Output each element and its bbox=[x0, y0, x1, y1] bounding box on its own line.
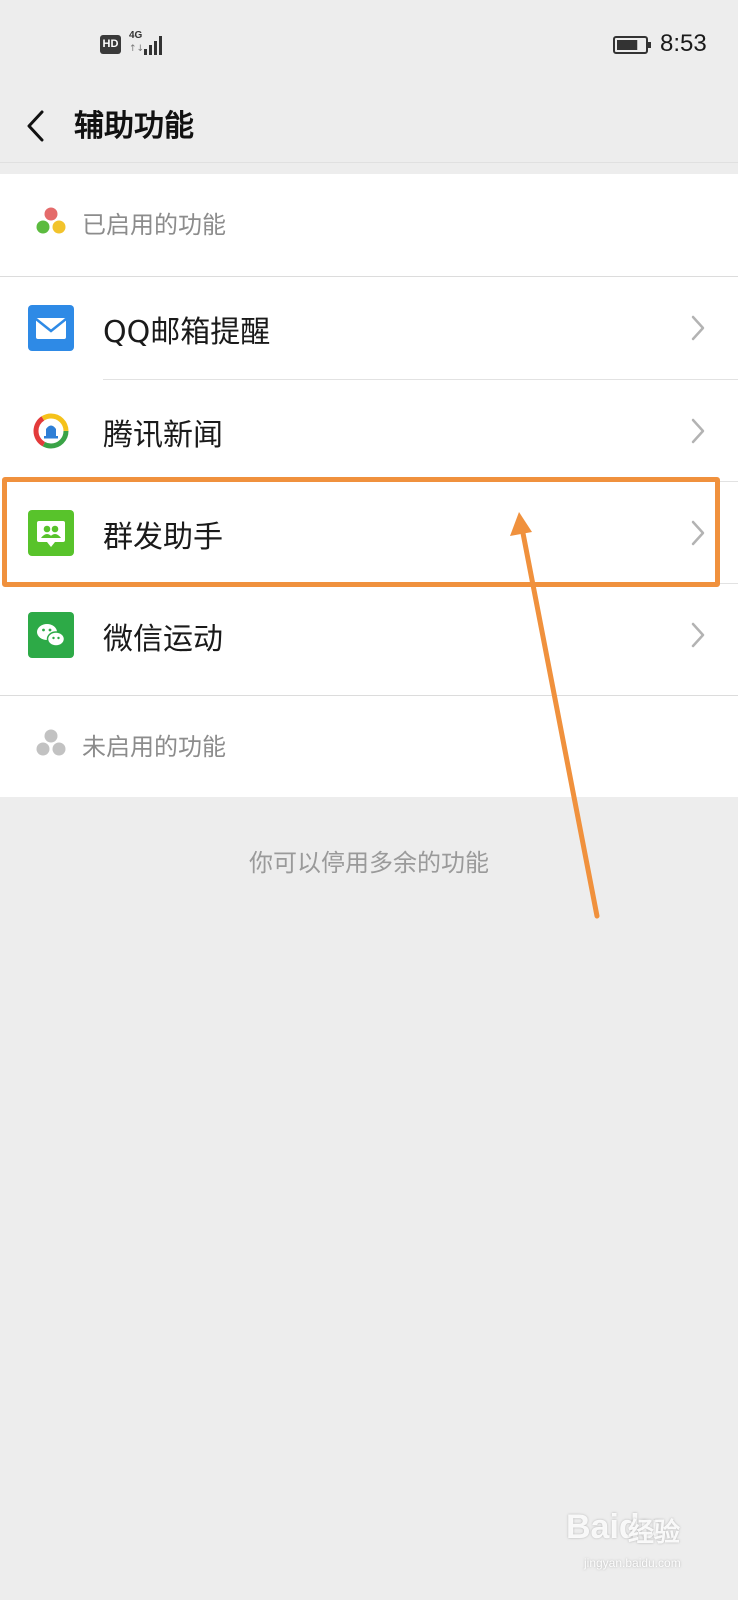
list-item-wechat-sport[interactable]: 微信运动 bbox=[0, 584, 738, 687]
tencent-news-icon bbox=[33, 413, 69, 449]
signal-icon bbox=[144, 36, 162, 55]
item-label: 群发助手 bbox=[103, 520, 223, 555]
enabled-section-label: 已启用的功能 bbox=[82, 211, 226, 239]
list-item-mass-message[interactable]: 群发助手 bbox=[0, 482, 738, 585]
nav-bar: 辅助功能 bbox=[0, 90, 738, 162]
watermark-cn: 经验 bbox=[628, 1518, 681, 1548]
battery-icon bbox=[613, 36, 651, 54]
enabled-dots-icon bbox=[36, 207, 66, 234]
item-label: 微信运动 bbox=[103, 622, 223, 657]
network-type: 4G bbox=[129, 30, 143, 41]
disabled-dots-icon bbox=[36, 729, 66, 756]
chevron-right-icon bbox=[691, 315, 705, 341]
mail-icon bbox=[28, 305, 74, 351]
chevron-left-icon[interactable] bbox=[18, 102, 58, 150]
chevron-right-icon bbox=[691, 622, 705, 648]
chevron-right-icon bbox=[691, 520, 705, 546]
item-label: QQ邮箱提醒 bbox=[103, 315, 271, 350]
status-bar: HD 4G ↑↓ 8:53 bbox=[0, 0, 738, 90]
mass-message-icon bbox=[28, 510, 74, 556]
disabled-section-header: 未启用的功能 bbox=[0, 696, 738, 797]
clock: 8:53 bbox=[660, 30, 707, 57]
hd-badge: HD bbox=[100, 35, 121, 54]
divider bbox=[0, 162, 738, 163]
list-item-tencent-news[interactable]: 腾讯新闻 bbox=[0, 380, 738, 483]
item-label: 腾讯新闻 bbox=[103, 418, 223, 453]
disabled-section-label: 未启用的功能 bbox=[82, 733, 226, 761]
enabled-section-header: 已启用的功能 bbox=[0, 174, 738, 276]
watermark-url: jingyan.baidu.com bbox=[584, 1556, 681, 1570]
wechat-sport-icon bbox=[28, 612, 74, 658]
list-item-qq-mail[interactable]: QQ邮箱提醒 bbox=[0, 277, 738, 380]
page-title: 辅助功能 bbox=[74, 109, 194, 144]
chevron-right-icon bbox=[691, 418, 705, 444]
enabled-feature-list: QQ邮箱提醒 腾讯新闻 群发助手 微信运动 bbox=[0, 276, 738, 696]
footer-note: 你可以停用多余的功能 bbox=[249, 849, 489, 877]
